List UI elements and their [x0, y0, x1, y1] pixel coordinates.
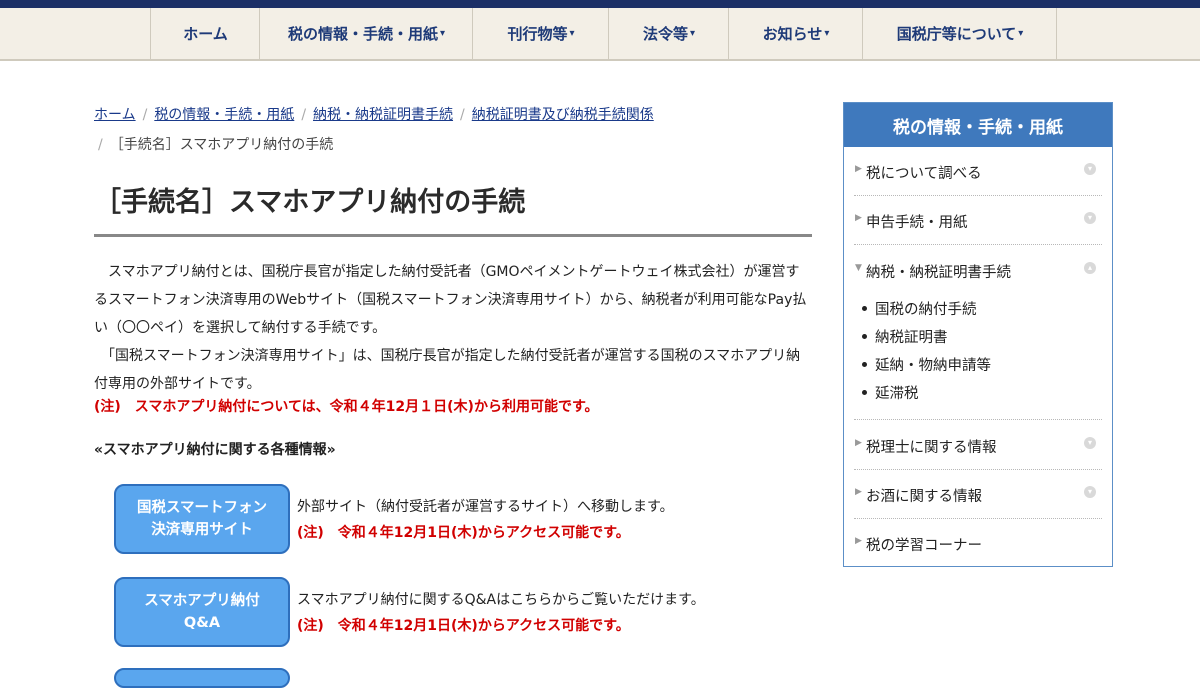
title-underline [94, 234, 812, 237]
info-desc-text: 外部サイト（納付受託者が運営するサイト）へ移動します。 [297, 499, 674, 515]
info-desc-text: スマホアプリ納付に関するQ&Aはこちらからご覧いただけます。 [297, 592, 705, 608]
nav-divider [1056, 8, 1057, 59]
breadcrumb-tax-info[interactable]: 税の情報・手続・用紙 [154, 107, 294, 123]
breadcrumb-home[interactable]: ホーム [94, 107, 136, 123]
caret-down-icon: ▾ [439, 28, 446, 39]
intro-paragraph: スマホアプリ納付とは、国税庁長官が指定した納付受託者（GMOペイメントゲートウェ… [94, 264, 807, 336]
button-label-line1: 国税スマートフォン [136, 500, 268, 516]
sidebar-item-label: お酒に関する情報 [866, 489, 982, 505]
caret-down-icon: ▾ [824, 28, 830, 39]
sidebar-divider [854, 518, 1102, 519]
breadcrumb-separator: / [142, 107, 148, 123]
chevron-down-circle-icon: ▾ [1084, 212, 1096, 224]
triangle-right-icon: ▶ [855, 438, 862, 448]
page-title: ［手続名］スマホアプリ納付の手続 [94, 187, 526, 218]
nav-about-label: 国税庁等について [896, 25, 1017, 43]
global-nav: ホーム 税の情報・手続・用紙 ▾ 刊行物等 ▾ 法令等 ▾ お知らせ ▾ 国税庁等につい… [0, 8, 1200, 61]
sidebar-subitem-label: 国税の納付手続 [875, 302, 977, 318]
sidebar-subitem-label: 延滞税 [875, 386, 919, 402]
bullet-icon [862, 389, 867, 395]
sidebar-subitem-deferral[interactable]: 延納・物納申請等 [862, 354, 991, 375]
nav-home[interactable]: ホーム [150, 8, 260, 59]
triangle-right-icon: ▶ [855, 487, 862, 497]
button-label-line1: スマホアプリ納付 [144, 593, 260, 609]
sidebar-item-label: 税の学習コーナー [866, 538, 982, 554]
caret-down-icon: ▾ [689, 28, 696, 39]
breadcrumb-certificate[interactable]: 納税証明書及び納税手続関係 [472, 107, 654, 123]
sidebar-subitem-delinquency[interactable]: 延滞税 [862, 382, 919, 403]
sidebar-divider [854, 195, 1102, 196]
triangle-down-icon: ▼ [855, 263, 862, 273]
caret-down-icon: ▾ [1018, 28, 1024, 39]
intro-text: スマホアプリ納付とは、国税庁長官が指定した納付受託者（GMOペイメントゲートウェ… [94, 258, 812, 398]
sidebar-divider [854, 419, 1102, 420]
nav-tax-info-label: 税の情報・手続・用紙 [287, 25, 438, 43]
availability-note: (注) スマホアプリ納付については、令和４年12月１日(木)から利用可能です。 [94, 399, 599, 415]
sidebar-item-label: 税について調べる [866, 166, 982, 182]
chevron-up-circle-icon: ▴ [1084, 262, 1096, 274]
smartphone-payment-site-button[interactable]: 国税スマートフォン 決済専用サイト [114, 484, 290, 554]
breadcrumb: ホーム / 税の情報・手続・用紙 / 納税・納税証明書手続 / 納税証明書及び納税手続関係 … [94, 100, 814, 160]
sidebar-item-label: 税理士に関する情報 [866, 440, 997, 456]
bullet-icon [862, 333, 867, 339]
sidebar-item-label: 納税・納税証明書手続 [866, 265, 1011, 281]
nav-publications[interactable]: 刊行物等 ▾ [472, 8, 609, 59]
breadcrumb-payment[interactable]: 納税・納税証明書手続 [313, 107, 453, 123]
nav-home-label: ホーム [183, 25, 228, 43]
sidebar-divider [854, 469, 1102, 470]
nav-news[interactable]: お知らせ ▾ [728, 8, 863, 59]
nav-news-label: お知らせ [762, 25, 823, 43]
breadcrumb-current: ［手続名］スマホアプリ納付の手続 [109, 137, 334, 153]
top-accent-bar [0, 0, 1200, 8]
triangle-right-icon: ▶ [855, 164, 862, 174]
info-section-heading: «スマホアプリ納付に関する各種情報» [94, 442, 336, 458]
button-label-line2: Q&A [183, 615, 221, 631]
sidebar-subitem-payment-procedure[interactable]: 国税の納付手続 [862, 298, 977, 319]
intro-paragraph: 「国税スマートフォン決済専用サイト」は、国税庁長官が指定した納付受託者が運営する… [94, 348, 801, 392]
sidebar-heading[interactable]: 税の情報・手続・用紙 [844, 103, 1112, 147]
caret-down-icon: ▾ [569, 28, 575, 39]
button-label-line2: 決済専用サイト [151, 522, 253, 538]
sidebar-subitem-label: 延納・物納申請等 [875, 358, 991, 374]
smartphone-payment-qa-button[interactable]: スマホアプリ納付 Q&A [114, 577, 290, 647]
chevron-down-circle-icon: ▾ [1084, 163, 1096, 175]
breadcrumb-separator: / [460, 107, 465, 123]
nav-laws-label: 法令等 [642, 25, 688, 43]
info-desc-note: (注) 令和４年12月1日(木)からアクセス可能です。 [297, 525, 630, 541]
nav-tax-info[interactable]: 税の情報・手続・用紙 ▾ [259, 8, 473, 59]
triangle-right-icon: ▶ [855, 213, 862, 223]
triangle-right-icon: ▶ [855, 536, 862, 546]
info-description-site: 外部サイト（納付受託者が運営するサイト）へ移動します。 (注) 令和４年12月1… [297, 494, 674, 546]
sidebar-subitem-certificate[interactable]: 納税証明書 [862, 326, 948, 347]
info-desc-note: (注) 令和４年12月1日(木)からアクセス可能です。 [297, 618, 630, 634]
sidebar-divider [854, 244, 1102, 245]
bullet-icon [862, 305, 867, 311]
sidebar: 税の情報・手続・用紙 ▶ 税について調べる ▾ ▶ 申告手続・用紙 ▾ ▼ 納税… [843, 102, 1113, 567]
info-description-qa: スマホアプリ納付に関するQ&Aはこちらからご覧いただけます。 (注) 令和４年1… [297, 587, 705, 639]
breadcrumb-separator: / [98, 137, 103, 153]
sidebar-subitem-label: 納税証明書 [875, 330, 948, 346]
chevron-down-circle-icon: ▾ [1084, 486, 1096, 498]
breadcrumb-separator: / [301, 107, 307, 123]
next-info-button[interactable] [114, 668, 290, 688]
bullet-icon [862, 361, 867, 367]
sidebar-item-label: 申告手続・用紙 [866, 215, 968, 231]
nav-laws[interactable]: 法令等 ▾ [608, 8, 729, 59]
nav-publications-label: 刊行物等 [507, 25, 568, 43]
nav-about[interactable]: 国税庁等について ▾ [862, 8, 1057, 59]
chevron-down-circle-icon: ▾ [1084, 437, 1096, 449]
